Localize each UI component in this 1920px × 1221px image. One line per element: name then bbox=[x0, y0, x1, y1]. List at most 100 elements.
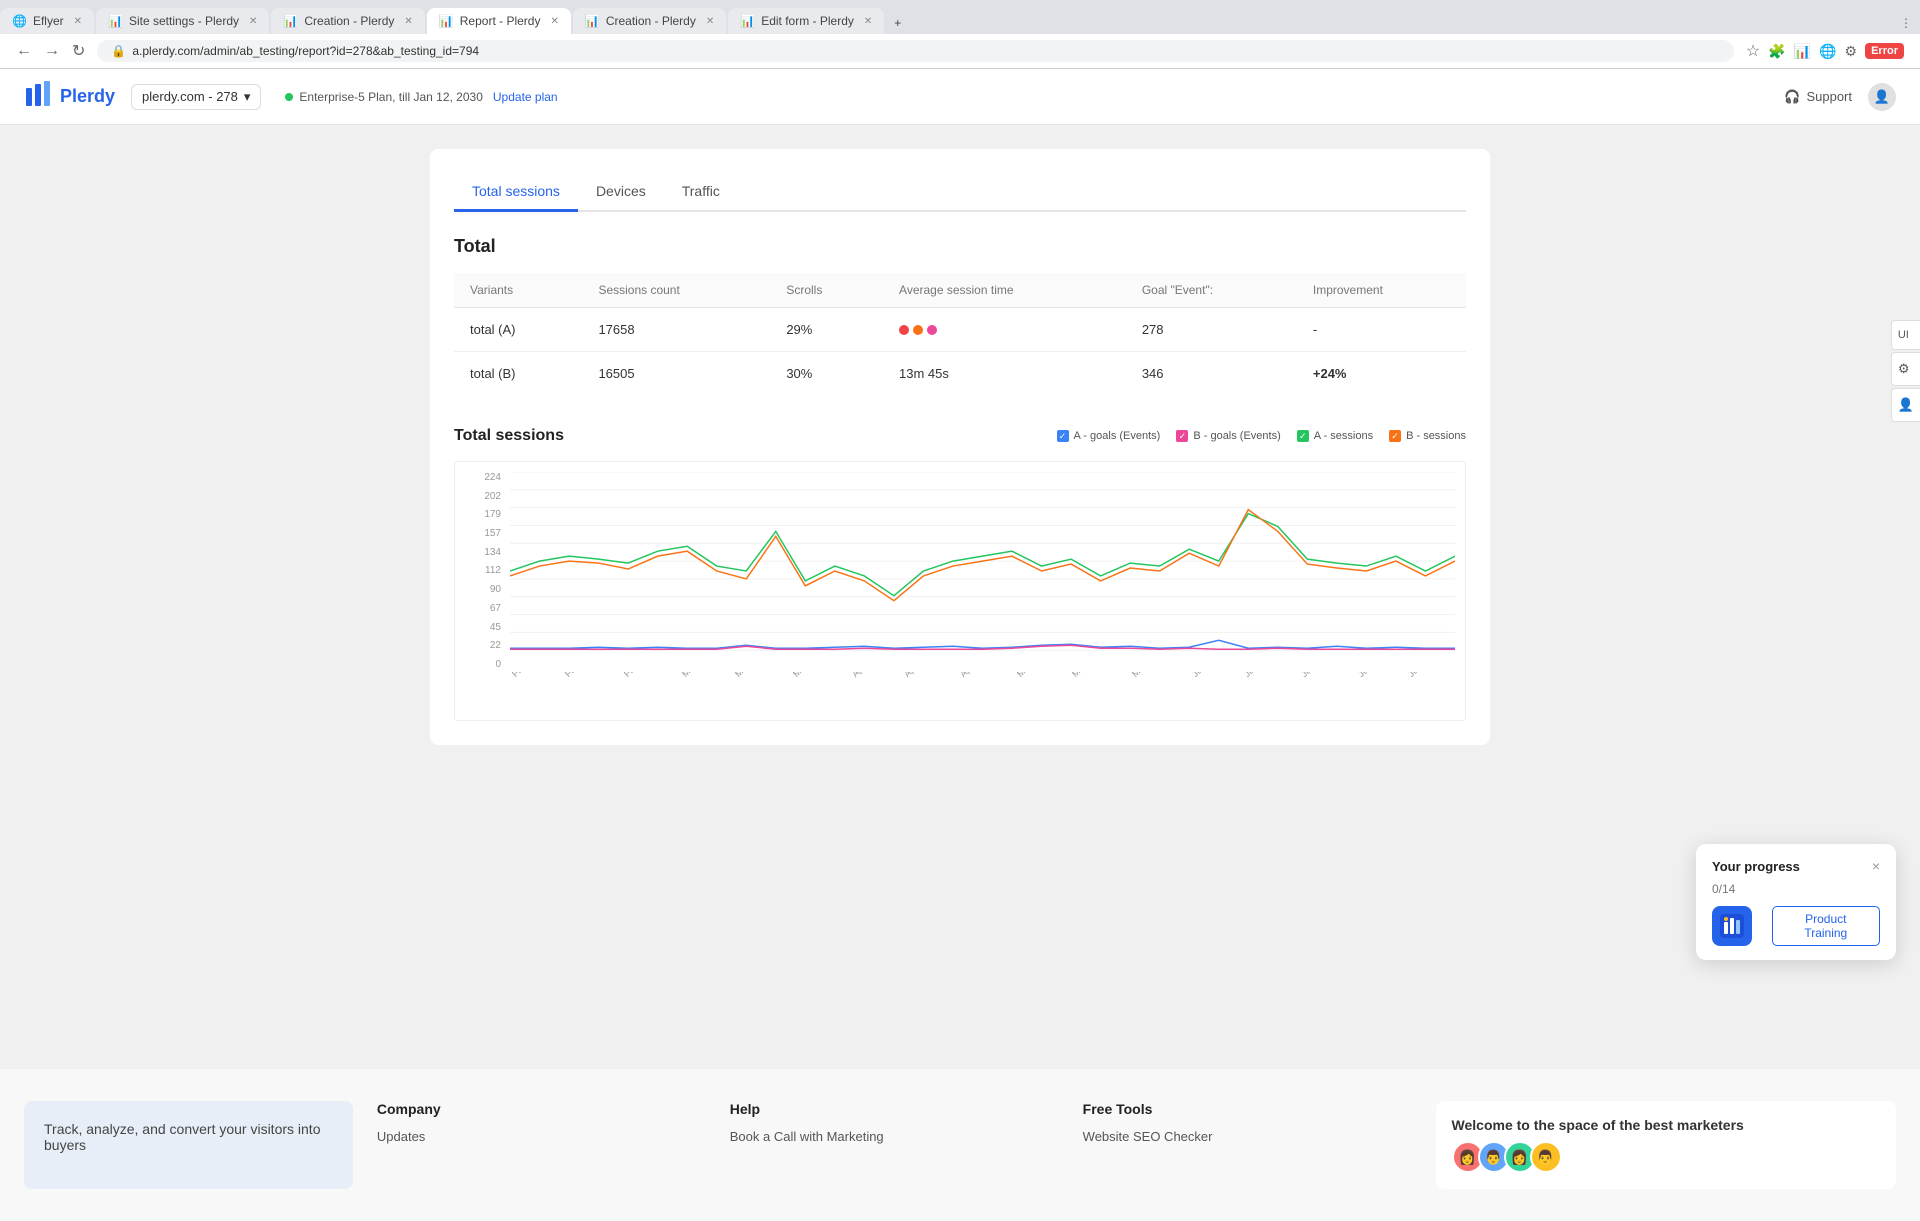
chrome-icon[interactable]: 🌐 bbox=[1819, 43, 1836, 60]
footer-free-tools-title: Free Tools bbox=[1083, 1101, 1412, 1117]
header-right: 🎧 Support 👤 bbox=[1784, 83, 1896, 111]
chevron-down-icon: ▾ bbox=[244, 89, 251, 105]
tab-icon-eflyer: 🌐 bbox=[12, 14, 27, 28]
legend-a-sessions-icon: ✓ bbox=[1297, 430, 1309, 442]
site-selector[interactable]: plerdy.com - 278 ▾ bbox=[131, 84, 261, 110]
y-axis-labels: 224 202 179 157 134 112 90 67 45 22 0 bbox=[455, 472, 507, 670]
chart-svg bbox=[510, 472, 1455, 670]
plerdy-ext-icon[interactable]: 📊 bbox=[1794, 43, 1811, 60]
tab-report[interactable]: 📊 Report - Plerdy ✕ bbox=[427, 8, 571, 34]
x-label-15: Jul 7, 2024 bbox=[1356, 672, 1394, 679]
legend-a-goals-icon: ✓ bbox=[1057, 430, 1069, 442]
forward-button[interactable]: → bbox=[44, 42, 60, 60]
tab-creation-2[interactable]: 📊 Creation - Plerdy ✕ bbox=[573, 8, 726, 34]
col-variants: Variants bbox=[454, 273, 582, 308]
b-sessions-line bbox=[510, 510, 1455, 601]
error-badge: Error bbox=[1865, 43, 1904, 59]
side-btn-user[interactable]: 👤 bbox=[1891, 388, 1920, 422]
col-goal: Goal "Event": bbox=[1126, 273, 1297, 308]
x-label-16: Jul 17, 2024 bbox=[1406, 672, 1448, 679]
tab-close-report[interactable]: ✕ bbox=[550, 16, 558, 27]
x-label-6: Apr 8, 2024 bbox=[850, 672, 890, 679]
more-icon[interactable]: ⚙ bbox=[1845, 43, 1858, 60]
extensions-icon[interactable]: 🧩 bbox=[1768, 43, 1785, 60]
dots-indicator bbox=[899, 325, 1110, 335]
tab-close-creation-1[interactable]: ✕ bbox=[404, 16, 412, 27]
y-label-179: 179 bbox=[484, 509, 501, 520]
reload-button[interactable]: ↻ bbox=[72, 41, 85, 61]
tab-close-creation-2[interactable]: ✕ bbox=[706, 16, 714, 27]
support-button[interactable]: 🎧 Support bbox=[1784, 89, 1852, 105]
tab-devices[interactable]: Devices bbox=[578, 173, 664, 212]
community-avatar-4: 👨 bbox=[1530, 1141, 1562, 1173]
tab-close-edit-form[interactable]: ✕ bbox=[864, 16, 872, 27]
row-b-sessions: 16505 bbox=[582, 352, 770, 396]
x-label-11: May 28, 2024 bbox=[1130, 672, 1176, 679]
footer-help: Help Book a Call with Marketing bbox=[730, 1101, 1059, 1189]
footer-community-title: Welcome to the space of the best markete… bbox=[1452, 1117, 1880, 1133]
y-label-134: 134 bbox=[484, 547, 501, 558]
update-plan-link[interactable]: Update plan bbox=[493, 90, 558, 104]
side-btn-settings[interactable]: ⚙ bbox=[1891, 352, 1920, 386]
progress-close-button[interactable]: × bbox=[1872, 858, 1880, 874]
x-label-14: Jun 27, 2024 bbox=[1299, 672, 1343, 679]
x-label-3: Mar 9, 2024 bbox=[680, 672, 721, 679]
tab-total-sessions[interactable]: Total sessions bbox=[454, 173, 578, 212]
x-label-2: Feb 28, 2024 bbox=[622, 672, 667, 679]
row-b-improvement: +24% bbox=[1297, 352, 1466, 396]
legend-b-sessions: ✓ B - sessions bbox=[1389, 430, 1466, 442]
community-avatars: 👩 👨 👩 👨 bbox=[1452, 1141, 1880, 1173]
support-label: Support bbox=[1806, 89, 1852, 104]
tab-creation-1[interactable]: 📊 Creation - Plerdy ✕ bbox=[271, 8, 424, 34]
footer-free-tools-link-seo[interactable]: Website SEO Checker bbox=[1083, 1129, 1412, 1144]
tab-eflyer[interactable]: 🌐 Eflyer ✕ bbox=[0, 8, 94, 34]
footer-help-link-book[interactable]: Book a Call with Marketing bbox=[730, 1129, 1059, 1144]
x-label-12: Jun 7, 2024 bbox=[1190, 672, 1230, 679]
tab-close-eflyer[interactable]: ✕ bbox=[74, 16, 82, 27]
x-label-4: Mar 19, 2024 bbox=[733, 672, 778, 679]
row-a-improvement: - bbox=[1297, 308, 1466, 352]
address-bar: ← → ↻ 🔒 a.plerdy.com/admin/ab_testing/re… bbox=[0, 34, 1920, 69]
dot-pink bbox=[927, 325, 937, 335]
row-b-avg-time: 13m 45s bbox=[883, 352, 1126, 396]
tab-label-creation-2: Creation - Plerdy bbox=[606, 14, 696, 28]
a-goals-line bbox=[510, 640, 1455, 648]
url-bar[interactable]: 🔒 a.plerdy.com/admin/ab_testing/report?i… bbox=[97, 40, 1733, 62]
user-icon-symbol: 👤 bbox=[1874, 89, 1890, 105]
user-avatar[interactable]: 👤 bbox=[1868, 83, 1896, 111]
support-icon: 🎧 bbox=[1784, 89, 1800, 105]
main-content: Total sessions Devices Traffic Total Var… bbox=[0, 125, 1920, 1069]
y-label-90: 90 bbox=[490, 584, 501, 595]
tab-close-site-settings[interactable]: ✕ bbox=[249, 16, 257, 27]
tab-traffic[interactable]: Traffic bbox=[664, 173, 738, 212]
chart-container: 224 202 179 157 134 112 90 67 45 22 0 bbox=[454, 461, 1466, 721]
address-actions: ☆ 🧩 📊 🌐 ⚙ Error bbox=[1746, 41, 1904, 61]
progress-count: 0/14 bbox=[1712, 882, 1880, 896]
x-label-5: Mar 29, 2024 bbox=[791, 672, 836, 679]
tab-label-site-settings: Site settings - Plerdy bbox=[129, 14, 239, 28]
new-tab-button[interactable]: + bbox=[886, 12, 914, 34]
footer-company-link-updates[interactable]: Updates bbox=[377, 1129, 706, 1144]
tab-label-creation-1: Creation - Plerdy bbox=[304, 14, 394, 28]
y-label-67: 67 bbox=[490, 603, 501, 614]
y-label-202: 202 bbox=[484, 491, 501, 502]
row-a-avg-time bbox=[883, 308, 1126, 352]
row-a-variant: total (A) bbox=[454, 308, 582, 352]
side-btn-ui[interactable]: UI bbox=[1891, 320, 1920, 350]
x-label-7: Apr 19, 2024 bbox=[902, 672, 946, 679]
y-label-157: 157 bbox=[484, 528, 501, 539]
col-sessions: Sessions count bbox=[582, 273, 770, 308]
x-axis-labels: Feb 8, 2024 Feb 18, 2024 Feb 28, 2024 Ma… bbox=[510, 672, 1455, 720]
back-button[interactable]: ← bbox=[16, 42, 32, 60]
y-label-112: 112 bbox=[485, 565, 501, 576]
tab-edit-form[interactable]: 📊 Edit form - Plerdy ✕ bbox=[728, 8, 884, 34]
tab-site-settings[interactable]: 📊 Site settings - Plerdy ✕ bbox=[96, 8, 269, 34]
product-training-button[interactable]: Product Training bbox=[1772, 906, 1880, 946]
bookmark-icon[interactable]: ☆ bbox=[1746, 41, 1760, 61]
tab-icon-creation-1: 📊 bbox=[283, 14, 298, 28]
footer-community: Welcome to the space of the best markete… bbox=[1436, 1101, 1896, 1189]
logo: Plerdy bbox=[24, 80, 115, 113]
footer-company-title: Company bbox=[377, 1101, 706, 1117]
side-panel: UI ⚙ 👤 bbox=[1891, 320, 1920, 422]
tab-label-report: Report - Plerdy bbox=[460, 14, 541, 28]
